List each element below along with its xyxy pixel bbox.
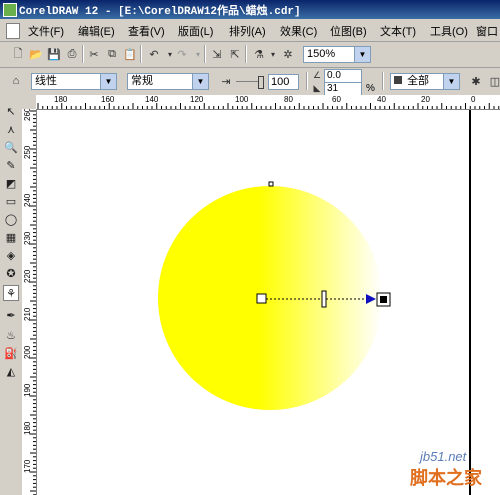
watermark-name: 脚本之家 (410, 468, 482, 488)
watermark-site: jb51.net (420, 449, 467, 464)
artwork (158, 181, 391, 410)
gradient-circle[interactable] (158, 186, 382, 410)
rotation-node-handle[interactable] (268, 181, 274, 187)
gradient-start-handle[interactable] (256, 293, 267, 304)
gradient-midpoint-slider[interactable] (321, 290, 327, 308)
gradient-end-swatch (380, 296, 387, 303)
